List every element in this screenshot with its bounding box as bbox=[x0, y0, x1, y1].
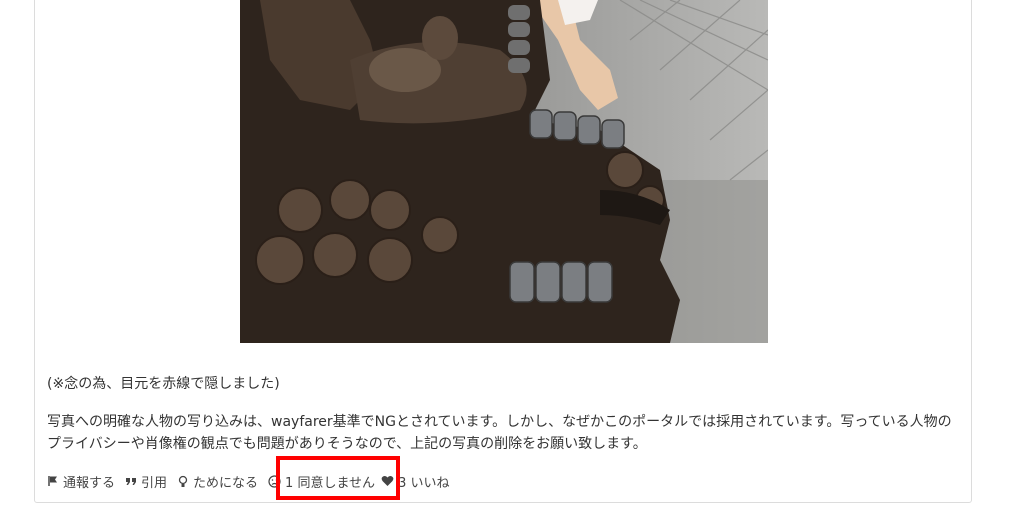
flag-icon bbox=[47, 475, 59, 487]
frown-icon bbox=[268, 474, 281, 488]
disagree-label: 1 同意しません bbox=[285, 475, 376, 491]
guardian-lion-statue-photo bbox=[240, 0, 768, 343]
post-actions: 通報する 引用 ためになる 1 同意しません 3 いいね bbox=[47, 470, 459, 492]
lightbulb-icon bbox=[177, 475, 189, 488]
helpful-button[interactable]: ためになる bbox=[177, 472, 258, 491]
quote-icon bbox=[125, 475, 137, 487]
quote-label: 引用 bbox=[141, 475, 168, 491]
report-label: 通報する bbox=[63, 475, 116, 491]
quote-button[interactable]: 引用 bbox=[125, 472, 167, 491]
helpful-label: ためになる bbox=[193, 475, 259, 491]
like-label: 3 いいね bbox=[398, 475, 450, 491]
report-button[interactable]: 通報する bbox=[47, 472, 115, 491]
heart-icon bbox=[381, 475, 394, 487]
post-photo bbox=[240, 0, 768, 343]
post-body: 写真への明確な人物の写り込みは、wayfarer基準でNGとされています。しかし… bbox=[47, 414, 952, 452]
disagree-button[interactable]: 1 同意しません bbox=[268, 472, 375, 491]
image-note: (※念の為、目元を赤線で隠しました) bbox=[47, 376, 280, 392]
like-button[interactable]: 3 いいね bbox=[381, 472, 449, 491]
